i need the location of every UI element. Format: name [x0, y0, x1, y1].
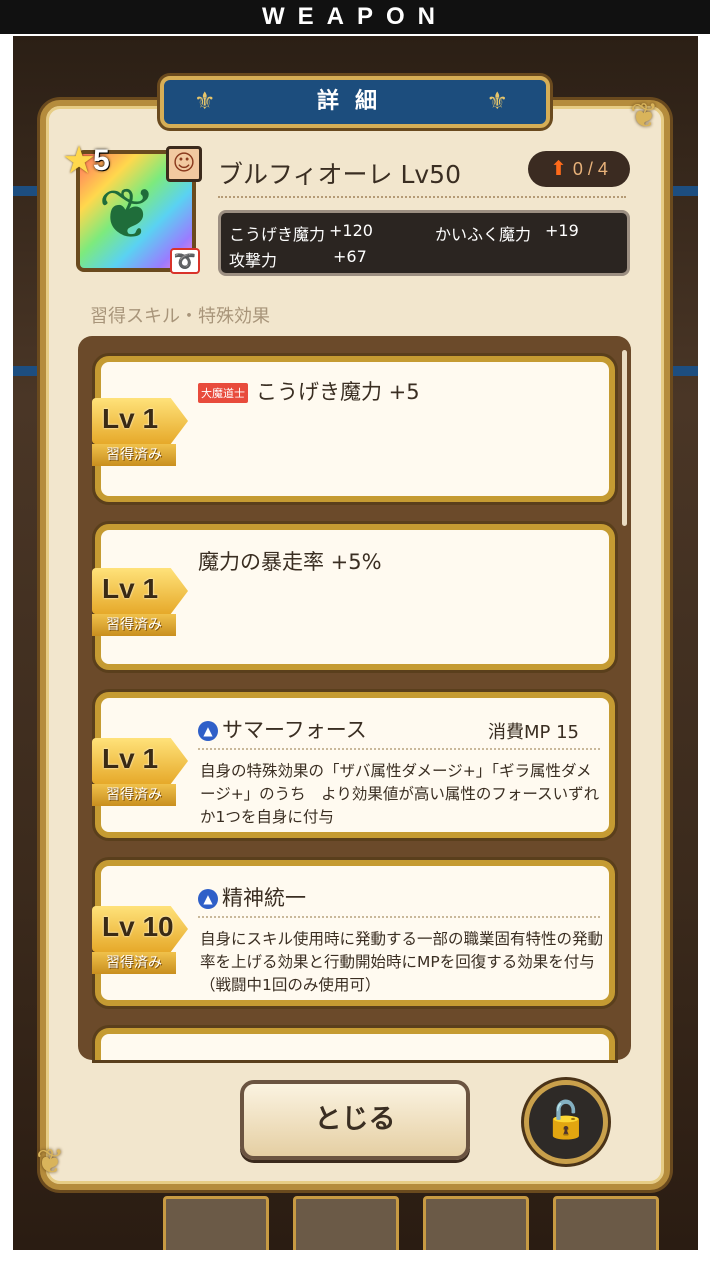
- character-card[interactable]: [163, 1196, 269, 1250]
- stat-value: +19: [545, 221, 579, 240]
- sword-icon: ❦: [98, 173, 157, 255]
- level-badge: Lv 1 習得済み: [92, 568, 188, 638]
- upgrade-counter: ⬆ 0 / 4: [528, 151, 630, 187]
- level-label: Lv 1: [102, 573, 159, 604]
- level-badge: Lv 1 習得済み: [92, 398, 188, 468]
- learned-label: 習得済み: [92, 784, 176, 806]
- level-label: Lv 1: [102, 403, 159, 434]
- stat-label: かいふく魔力: [435, 225, 532, 244]
- rarity-number: 5: [93, 144, 110, 177]
- character-card[interactable]: [423, 1196, 529, 1250]
- skill-title: ▲ 精神統一: [198, 882, 306, 912]
- stat-value: +67: [333, 247, 367, 266]
- skill-type-icon: ▲: [198, 721, 218, 741]
- weapon-header: WEAPON: [0, 0, 710, 34]
- stat-value: +120: [329, 221, 373, 240]
- whip-type-icon: ➰: [170, 248, 200, 274]
- skill-description: 自身にスキル使用時に発動する一部の職業固有特性の発動率を上げる効果と行動開始時に…: [200, 930, 604, 994]
- learned-label: 習得済み: [92, 952, 176, 974]
- mp-cost: 消費MP 15: [488, 722, 580, 743]
- divider: [198, 748, 600, 750]
- fleur-icon: ⚜: [194, 87, 232, 115]
- level-label: Lv 1: [102, 743, 159, 774]
- arrow-up-icon: ⬆: [550, 158, 567, 180]
- scrollbar[interactable]: [622, 350, 627, 526]
- weapon-stats: こうげき魔力 +120 かいふく魔力 +19 攻撃力 +67: [218, 210, 630, 276]
- weapon-name: ブルフィオーレ Lv50: [218, 160, 461, 189]
- stat-label: こうげき魔力: [229, 225, 326, 244]
- skill-type-icon: ▲: [198, 889, 218, 909]
- corner-ornament-icon: ❦: [36, 1142, 65, 1182]
- lock-button[interactable]: 🔓: [524, 1080, 608, 1164]
- skill-title: ▲ サマーフォース: [198, 714, 367, 744]
- fleur-icon: ⚜: [486, 87, 524, 115]
- divider: [198, 916, 600, 918]
- panel-title: ⚜ 詳細 ⚜: [160, 76, 550, 128]
- skill-card[interactable]: [95, 1028, 615, 1060]
- skill-description: 自身の特殊効果の「ザバ属性ダメージ+」「ギラ属性ダメージ+」のうち より効果値が…: [200, 762, 600, 826]
- skill-title: 大魔道士 こうげき魔力 +5: [198, 376, 420, 406]
- close-button[interactable]: とじる: [240, 1080, 470, 1160]
- level-badge: Lv 1 習得済み: [92, 738, 188, 808]
- corner-ornament-icon: ❦: [630, 96, 659, 136]
- level-label: Lv 10: [102, 911, 174, 942]
- skill-title: 魔力の暴走率 +5%: [198, 550, 382, 574]
- learned-label: 習得済み: [92, 444, 176, 466]
- learned-label: 習得済み: [92, 614, 176, 636]
- job-tag: 大魔道士: [198, 383, 248, 403]
- character-card-row: [163, 1196, 663, 1250]
- character-card[interactable]: [553, 1196, 659, 1250]
- character-portrait-icon: ☺: [166, 146, 202, 182]
- section-label: 習得スキル・特殊効果: [90, 306, 270, 327]
- level-badge: Lv 10 習得済み: [92, 906, 188, 976]
- character-card[interactable]: [293, 1196, 399, 1250]
- divider: [218, 196, 626, 198]
- stat-label: 攻撃力: [229, 251, 278, 270]
- unlock-icon: 🔓: [543, 1100, 589, 1141]
